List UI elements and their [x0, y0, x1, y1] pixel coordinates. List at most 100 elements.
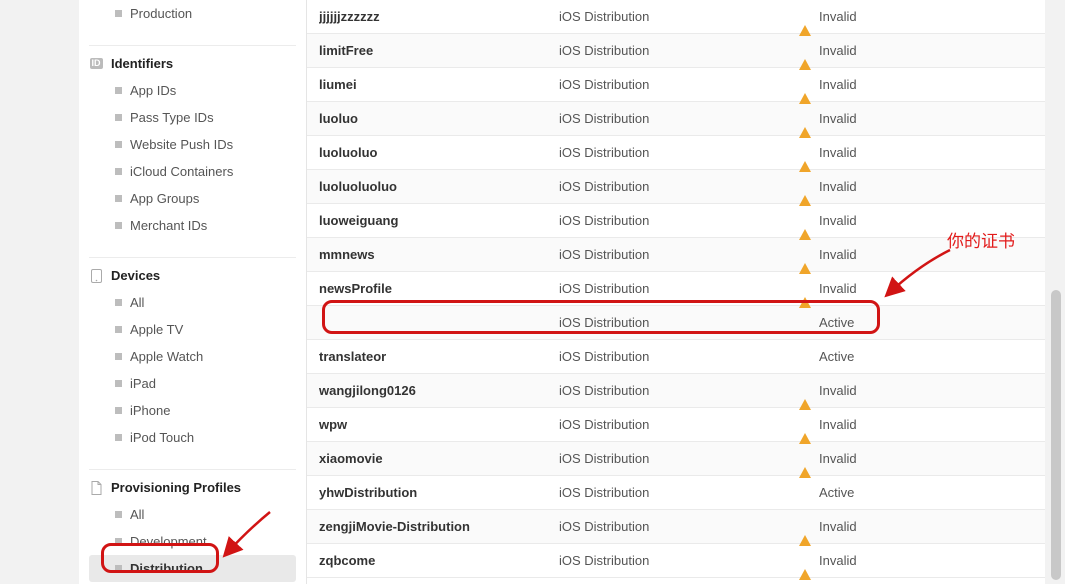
sidebar-item-all[interactable]: All: [89, 289, 296, 316]
sidebar-item-label: Apple TV: [130, 322, 183, 337]
scrollbar-thumb[interactable]: [1051, 290, 1061, 580]
sidebar-item-iphone[interactable]: iPhone: [89, 397, 296, 424]
profile-name: luoluoluoluo: [319, 179, 559, 194]
table-row[interactable]: luoluoluoiOS DistributionInvalid: [307, 136, 1045, 170]
profile-type: iOS Distribution: [559, 179, 799, 194]
sidebar-header-label: Devices: [111, 268, 160, 283]
sidebar-item-label: Pass Type IDs: [130, 110, 214, 125]
profile-name: yhwDistribution: [319, 485, 559, 500]
bullet-icon: [115, 87, 122, 94]
profile-status: Invalid: [799, 383, 1033, 398]
status-warn-icon: [799, 385, 811, 397]
sidebar-item-label: App Groups: [130, 191, 199, 206]
profile-name: xiaomovie: [319, 451, 559, 466]
profile-name: translateor: [319, 349, 559, 364]
scrollbar[interactable]: [1049, 0, 1063, 584]
sidebar: Production ID Identifiers App IDs Pass Ty…: [79, 0, 307, 584]
profile-status: Invalid: [799, 281, 1033, 296]
status-warn-icon: [799, 79, 811, 91]
sidebar-header-identifiers: ID Identifiers: [89, 45, 296, 77]
profile-name: luoweiguang: [319, 213, 559, 228]
bullet-icon: [115, 195, 122, 202]
status-warn-icon: [799, 45, 811, 57]
table-row[interactable]: iOS DistributionActive: [307, 306, 1045, 340]
profile-status: Active: [799, 315, 1033, 330]
status-warn-icon: [799, 147, 811, 159]
sidebar-item-icloud-containers[interactable]: iCloud Containers: [89, 158, 296, 185]
bullet-icon: [115, 114, 122, 121]
table-row[interactable]: liumeiiOS DistributionInvalid: [307, 68, 1045, 102]
page-root: Production ID Identifiers App IDs Pass Ty…: [0, 0, 1065, 584]
table-row[interactable]: mmnewsiOS DistributionInvalid: [307, 238, 1045, 272]
status-warn-icon: [799, 113, 811, 125]
table-row[interactable]: zengjiMovie-DistributioniOS Distribution…: [307, 510, 1045, 544]
profile-name: zengjiMovie-Distribution: [319, 519, 559, 534]
sidebar-item-website-push-ids[interactable]: Website Push IDs: [89, 131, 296, 158]
profile-status: Invalid: [799, 179, 1033, 194]
status-warn-icon: [799, 283, 811, 295]
table-row[interactable]: luoluoiOS DistributionInvalid: [307, 102, 1045, 136]
profile-status: Invalid: [799, 213, 1033, 228]
table-row[interactable]: jjjjjjzzzzzziOS DistributionInvalid: [307, 0, 1045, 34]
status-text: Invalid: [819, 43, 857, 58]
profile-type: iOS Distribution: [559, 213, 799, 228]
profile-status: Invalid: [799, 111, 1033, 126]
sidebar-header-label: Identifiers: [111, 56, 173, 71]
profile-status: Invalid: [799, 553, 1033, 568]
sidebar-item-app-groups[interactable]: App Groups: [89, 185, 296, 212]
profile-name: zqbcome: [319, 553, 559, 568]
bullet-icon: [115, 353, 122, 360]
profile-type: iOS Distribution: [559, 77, 799, 92]
status-text: Invalid: [819, 111, 857, 126]
bullet-icon: [115, 10, 122, 17]
sidebar-item-label: All: [130, 295, 144, 310]
status-text: Invalid: [819, 179, 857, 194]
sidebar-item-label: Merchant IDs: [130, 218, 207, 233]
status-warn-icon: [799, 555, 811, 567]
sidebar-item-label: Development: [130, 534, 207, 549]
profile-type: iOS Distribution: [559, 43, 799, 58]
sidebar-item-all[interactable]: All: [89, 501, 296, 528]
profile-status: Invalid: [799, 451, 1033, 466]
sidebar-item-merchant-ids[interactable]: Merchant IDs: [89, 212, 296, 239]
sidebar-item-label: Apple Watch: [130, 349, 203, 364]
sidebar-item-ipod-touch[interactable]: iPod Touch: [89, 424, 296, 451]
table-row[interactable]: zqbcomeiOS DistributionInvalid: [307, 544, 1045, 578]
table-row[interactable]: yhwDistributioniOS Distribution Active: [307, 476, 1045, 510]
bullet-icon: [115, 299, 122, 306]
sidebar-item-development[interactable]: Development: [89, 528, 296, 555]
table-row[interactable]: wpwiOS DistributionInvalid: [307, 408, 1045, 442]
table-row[interactable]: luoluoluoluoiOS Distribution Invalid: [307, 170, 1045, 204]
table-row[interactable]: wangjilong0126iOS DistributionInvalid: [307, 374, 1045, 408]
profile-status: Invalid: [799, 43, 1033, 58]
profile-type: iOS Distribution: [559, 485, 799, 500]
sidebar-item-label: iPhone: [130, 403, 170, 418]
profile-status: Active: [799, 485, 1033, 500]
table-row[interactable]: translateoriOS DistributionActive: [307, 340, 1045, 374]
profile-type: iOS Distribution: [559, 247, 799, 262]
table-row[interactable]: newsProfileiOS DistributionInvalid: [307, 272, 1045, 306]
status-warn-icon: [799, 419, 811, 431]
sidebar-item-pass-type-ids[interactable]: Pass Type IDs: [89, 104, 296, 131]
table-row[interactable]: xiaomovieiOS DistributionInvalid: [307, 442, 1045, 476]
device-icon: [89, 269, 103, 283]
profile-status: Invalid: [799, 77, 1033, 92]
status-warn-icon: [799, 215, 811, 227]
sidebar-item-ipad[interactable]: iPad: [89, 370, 296, 397]
profile-type: iOS Distribution: [559, 553, 799, 568]
sidebar-item-apple-watch[interactable]: Apple Watch: [89, 343, 296, 370]
sidebar-item-distribution[interactable]: Distribution: [89, 555, 296, 582]
profile-name: wangjilong0126: [319, 383, 559, 398]
sidebar-item-apple-tv[interactable]: Apple TV: [89, 316, 296, 343]
status-text: Invalid: [819, 77, 857, 92]
table-row[interactable]: limitFreeiOS DistributionInvalid: [307, 34, 1045, 68]
profile-name: wpw: [319, 417, 559, 432]
status-text: Active: [819, 485, 854, 500]
table-row[interactable]: luoweiguangiOS DistributionInvalid: [307, 204, 1045, 238]
status-warn-icon: [799, 11, 811, 23]
profile-status: Invalid: [799, 519, 1033, 534]
sidebar-item-app-ids[interactable]: App IDs: [89, 77, 296, 104]
sidebar-item-production[interactable]: Production: [89, 0, 296, 27]
profile-type: iOS Distribution: [559, 349, 799, 364]
bullet-icon: [115, 511, 122, 518]
